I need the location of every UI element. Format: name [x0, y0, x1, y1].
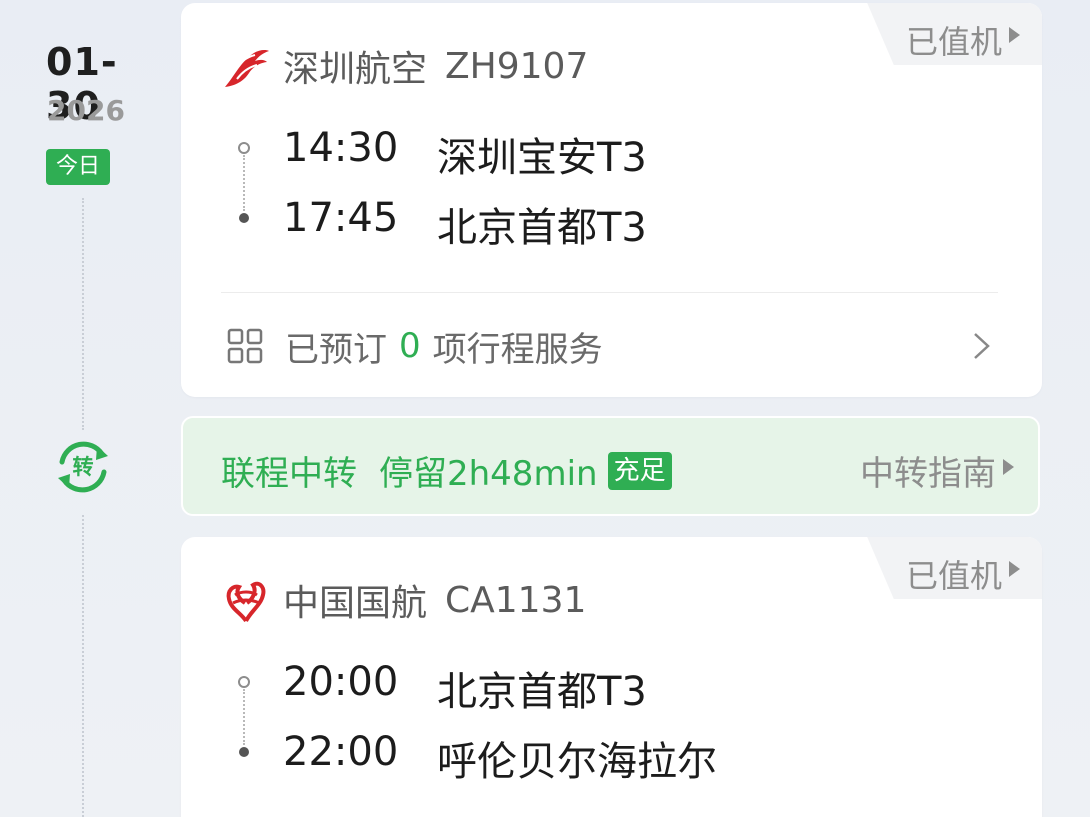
trip-year: 2026	[47, 94, 125, 127]
arrival-airport: 北京首都T3	[437, 205, 647, 251]
flight-card[interactable]: 已值机 中国国航 CA1131 20:00 北京首都T3 22:00 呼伦贝尔海…	[181, 537, 1042, 817]
arrival-dot-icon	[239, 213, 249, 223]
triangle-right-icon	[1009, 27, 1020, 43]
services-suffix: 项行程服务	[432, 329, 603, 370]
timeline-line	[82, 515, 84, 817]
flight-number: ZH9107	[445, 45, 589, 87]
transfer-info: 联程中转 停留2h48min 充足	[221, 446, 672, 495]
departure-time: 20:00	[283, 659, 399, 705]
departure-dot-icon	[238, 676, 250, 688]
departure-airport: 深圳宝安T3	[437, 135, 647, 181]
airline-row: 深圳航空 ZH9107	[221, 41, 588, 91]
services-prefix: 已预订	[285, 329, 387, 370]
divider	[221, 292, 998, 293]
departure-dot-icon	[238, 142, 250, 154]
arrival-airport: 呼伦贝尔海拉尔	[437, 739, 717, 785]
arrival-time: 17:45	[283, 195, 399, 241]
date-rail: 01-30 2026 今日 转	[0, 0, 170, 817]
checkin-status[interactable]: 已值机	[906, 551, 1002, 597]
transfer-label: 联程中转	[221, 454, 357, 494]
trip-services-row[interactable]: 已预订 0 项行程服务	[227, 321, 1002, 371]
transfer-bar[interactable]: 联程中转 停留2h48min 充足 中转指南	[181, 416, 1040, 516]
today-badge: 今日	[46, 149, 110, 185]
flight-card[interactable]: 已值机 深圳航空 ZH9107 14:30 深圳宝安T3 17:45 北京首都T…	[181, 3, 1042, 397]
departure-airport: 北京首都T3	[437, 669, 647, 715]
grid-icon	[227, 328, 263, 364]
itinerary-page: 01-30 2026 今日 转 已值机 深圳航空 ZH9107 14:30 深圳…	[0, 0, 1090, 817]
triangle-right-icon	[1009, 561, 1020, 577]
transfer-icon-label: 转	[72, 455, 94, 479]
triangle-right-icon	[1003, 459, 1014, 475]
shenzhen-airlines-logo-icon	[225, 50, 269, 87]
flight-number: CA1131	[445, 579, 587, 621]
services-count: 0	[399, 326, 421, 366]
layover-sufficient-badge: 充足	[607, 451, 672, 490]
arrival-time: 22:00	[283, 729, 399, 775]
airline-row: 中国国航 CA1131	[221, 575, 586, 625]
airline-name: 深圳航空	[283, 49, 428, 90]
arrival-dot-icon	[239, 747, 249, 757]
transfer-guide-link[interactable]: 中转指南	[860, 446, 996, 495]
chevron-right-icon[interactable]	[964, 329, 998, 363]
transfer-icon: 转	[52, 436, 114, 498]
leg-connector	[243, 689, 245, 745]
airline-name: 中国国航	[283, 583, 428, 624]
air-china-logo-icon	[226, 581, 266, 623]
timeline-line	[82, 198, 84, 430]
leg-connector	[243, 155, 245, 211]
layover-duration: 停留2h48min	[379, 454, 598, 494]
checkin-status[interactable]: 已值机	[906, 17, 1002, 63]
departure-time: 14:30	[283, 125, 399, 171]
